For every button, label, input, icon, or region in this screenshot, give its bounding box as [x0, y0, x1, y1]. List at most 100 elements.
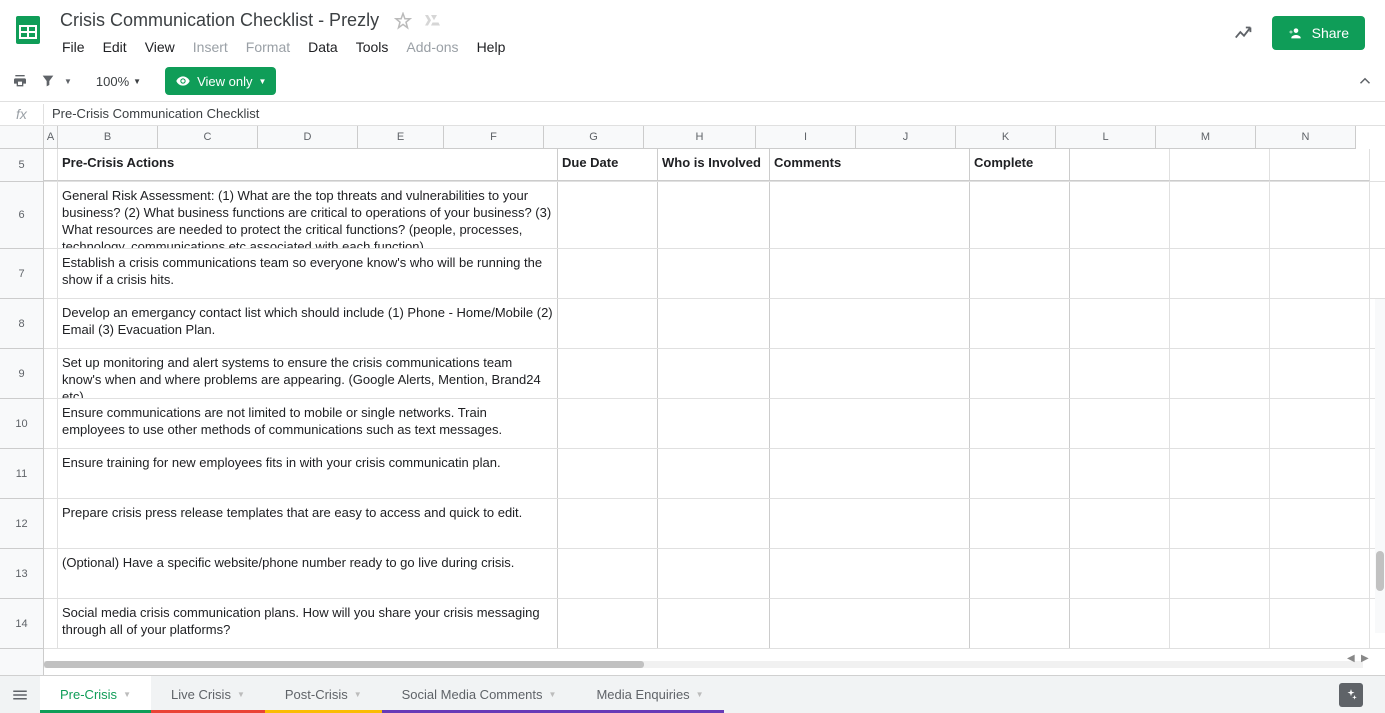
table-cell[interactable]: [970, 399, 1070, 448]
doc-title[interactable]: Crisis Communication Checklist - Prezly: [54, 8, 385, 33]
table-cell[interactable]: [970, 349, 1070, 398]
row-header[interactable]: 12: [0, 499, 43, 549]
row-header[interactable]: 10: [0, 399, 43, 449]
table-cell[interactable]: [558, 399, 658, 448]
sheet-tab[interactable]: Post-Crisis▼: [265, 676, 382, 713]
header-who[interactable]: Who is Involved: [658, 149, 770, 181]
action-cell[interactable]: Set up monitoring and alert systems to e…: [58, 349, 558, 398]
sheets-logo[interactable]: [8, 10, 48, 50]
drive-icon[interactable]: [421, 11, 441, 31]
table-cell[interactable]: [658, 399, 770, 448]
table-cell[interactable]: [770, 299, 970, 348]
filter-icon[interactable]: [36, 69, 60, 93]
column-header[interactable]: L: [1056, 126, 1156, 148]
table-cell[interactable]: [558, 599, 658, 648]
table-cell[interactable]: [658, 549, 770, 598]
activity-icon[interactable]: [1232, 21, 1256, 45]
action-cell[interactable]: General Risk Assessment: (1) What are th…: [58, 182, 558, 248]
menu-edit[interactable]: Edit: [95, 35, 135, 59]
header-complete[interactable]: Complete: [970, 149, 1070, 181]
menu-file[interactable]: File: [54, 35, 93, 59]
column-header[interactable]: N: [1256, 126, 1356, 148]
column-header[interactable]: K: [956, 126, 1056, 148]
menu-help[interactable]: Help: [469, 35, 514, 59]
table-cell[interactable]: [658, 249, 770, 298]
action-cell[interactable]: Develop an emergancy contact list which …: [58, 299, 558, 348]
zoom-selector[interactable]: 100% ▼: [88, 70, 149, 93]
table-cell[interactable]: [658, 449, 770, 498]
star-icon[interactable]: [393, 11, 413, 31]
table-cell[interactable]: [770, 399, 970, 448]
row-header[interactable]: 13: [0, 549, 43, 599]
row-header[interactable]: 9: [0, 349, 43, 399]
menu-view[interactable]: View: [137, 35, 183, 59]
share-button[interactable]: Share: [1272, 16, 1365, 50]
table-cell[interactable]: [658, 599, 770, 648]
table-cell[interactable]: [970, 449, 1070, 498]
table-cell[interactable]: [770, 449, 970, 498]
table-cell[interactable]: [558, 249, 658, 298]
table-cell[interactable]: [970, 182, 1070, 248]
table-cell[interactable]: [970, 499, 1070, 548]
table-cell[interactable]: [558, 499, 658, 548]
table-cell[interactable]: [770, 549, 970, 598]
action-cell[interactable]: Prepare crisis press release templates t…: [58, 499, 558, 548]
column-header[interactable]: E: [358, 126, 444, 148]
vertical-scrollbar[interactable]: [1375, 299, 1385, 633]
table-cell[interactable]: [770, 182, 970, 248]
filter-caret-icon[interactable]: ▼: [64, 77, 72, 86]
print-icon[interactable]: [8, 69, 32, 93]
table-cell[interactable]: [558, 349, 658, 398]
column-header[interactable]: M: [1156, 126, 1256, 148]
horizontal-scrollbar[interactable]: [44, 661, 1363, 668]
select-all-corner[interactable]: [0, 126, 44, 149]
caret-down-icon[interactable]: ▼: [123, 690, 131, 699]
grid[interactable]: Pre-Crisis ActionsDue DateWho is Involve…: [44, 149, 1385, 685]
sheet-tab[interactable]: Pre-Crisis▼: [40, 676, 151, 713]
column-header[interactable]: A: [44, 126, 58, 148]
column-header[interactable]: J: [856, 126, 956, 148]
column-header[interactable]: C: [158, 126, 258, 148]
table-cell[interactable]: [658, 182, 770, 248]
table-cell[interactable]: [770, 349, 970, 398]
action-cell[interactable]: (Optional) Have a specific website/phone…: [58, 549, 558, 598]
chevron-up-icon[interactable]: [1353, 69, 1377, 93]
table-cell[interactable]: [558, 182, 658, 248]
header-due[interactable]: Due Date: [558, 149, 658, 181]
header-action[interactable]: Pre-Crisis Actions: [58, 149, 558, 181]
formula-input[interactable]: Pre-Crisis Communication Checklist: [44, 104, 1385, 123]
column-header[interactable]: F: [444, 126, 544, 148]
menu-tools[interactable]: Tools: [348, 35, 397, 59]
table-cell[interactable]: [770, 499, 970, 548]
table-cell[interactable]: [558, 299, 658, 348]
header-comments[interactable]: Comments: [770, 149, 970, 181]
all-sheets-icon[interactable]: [0, 676, 40, 713]
table-cell[interactable]: [770, 249, 970, 298]
row-header[interactable]: 6: [0, 182, 43, 249]
sheet-tab[interactable]: Media Enquiries▼: [576, 676, 723, 713]
row-header[interactable]: 5: [0, 149, 43, 182]
table-cell[interactable]: [970, 599, 1070, 648]
column-header[interactable]: I: [756, 126, 856, 148]
table-cell[interactable]: [970, 299, 1070, 348]
row-header[interactable]: 14: [0, 599, 43, 649]
column-header[interactable]: B: [58, 126, 158, 148]
scroll-left-icon[interactable]: ◀: [1347, 653, 1359, 665]
explore-button[interactable]: [1339, 683, 1363, 707]
table-cell[interactable]: [970, 549, 1070, 598]
table-cell[interactable]: [558, 549, 658, 598]
caret-down-icon[interactable]: ▼: [549, 690, 557, 699]
table-cell[interactable]: [658, 349, 770, 398]
action-cell[interactable]: Establish a crisis communications team s…: [58, 249, 558, 298]
sheet-tab[interactable]: Social Media Comments▼: [382, 676, 577, 713]
row-header[interactable]: 7: [0, 249, 43, 299]
column-header[interactable]: D: [258, 126, 358, 148]
action-cell[interactable]: Ensure training for new employees fits i…: [58, 449, 558, 498]
view-only-button[interactable]: View only ▼: [165, 67, 276, 95]
table-cell[interactable]: [658, 299, 770, 348]
column-header[interactable]: H: [644, 126, 756, 148]
action-cell[interactable]: Social media crisis communication plans.…: [58, 599, 558, 648]
table-cell[interactable]: [970, 249, 1070, 298]
caret-down-icon[interactable]: ▼: [696, 690, 704, 699]
column-header[interactable]: G: [544, 126, 644, 148]
